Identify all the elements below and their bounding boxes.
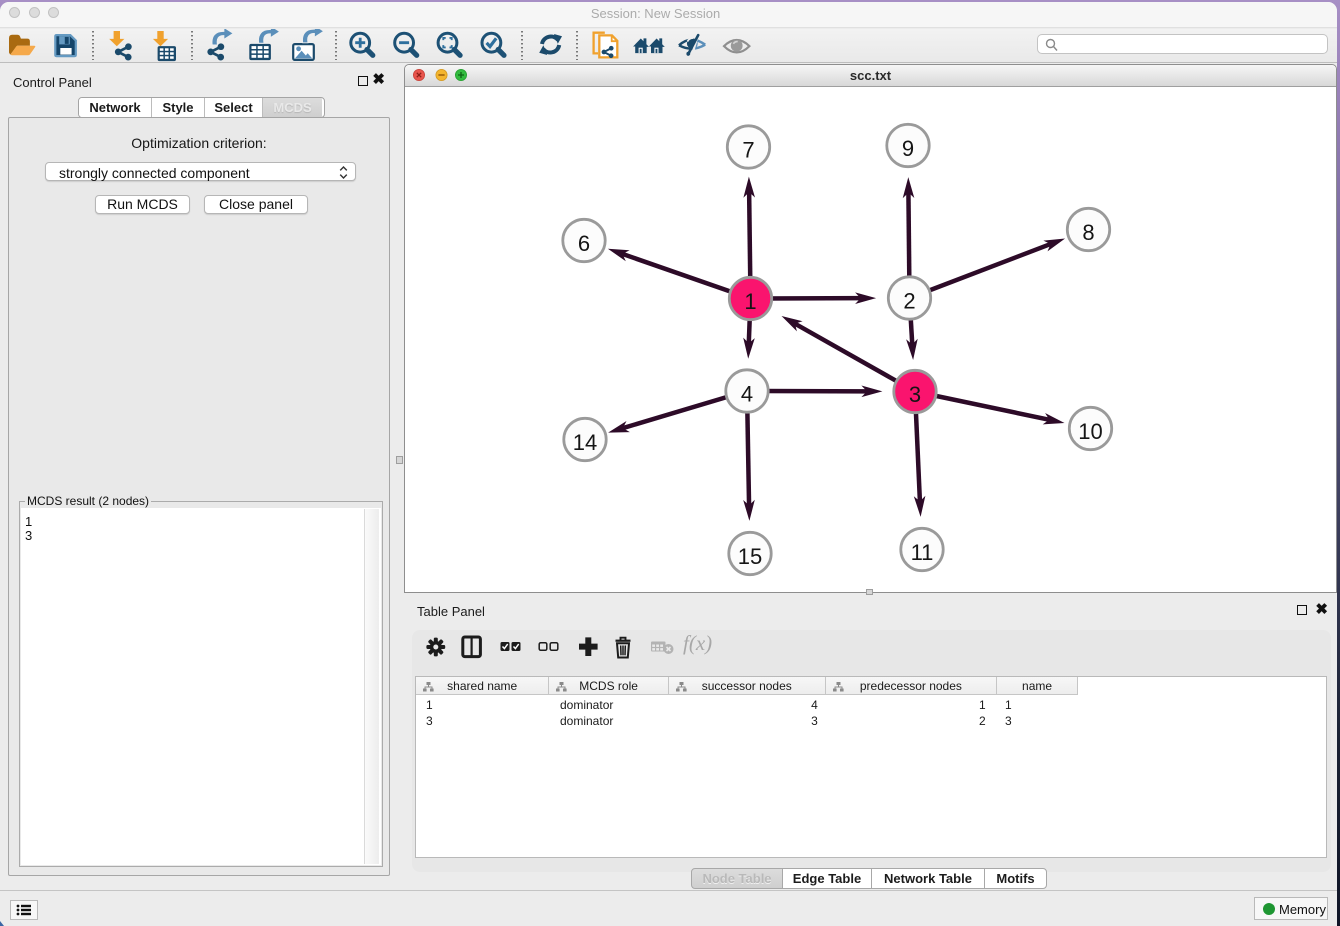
svg-text:2: 2 xyxy=(903,289,915,314)
svg-text:3: 3 xyxy=(909,382,921,407)
svg-text:4: 4 xyxy=(741,382,753,407)
svg-text:10: 10 xyxy=(1078,419,1102,444)
svg-text:6: 6 xyxy=(578,231,590,256)
svg-text:14: 14 xyxy=(573,430,597,455)
svg-text:7: 7 xyxy=(742,138,754,163)
svg-text:8: 8 xyxy=(1082,220,1094,245)
svg-text:9: 9 xyxy=(902,136,914,161)
svg-text:11: 11 xyxy=(911,540,934,565)
svg-text:15: 15 xyxy=(738,544,762,569)
svg-text:1: 1 xyxy=(744,289,756,314)
